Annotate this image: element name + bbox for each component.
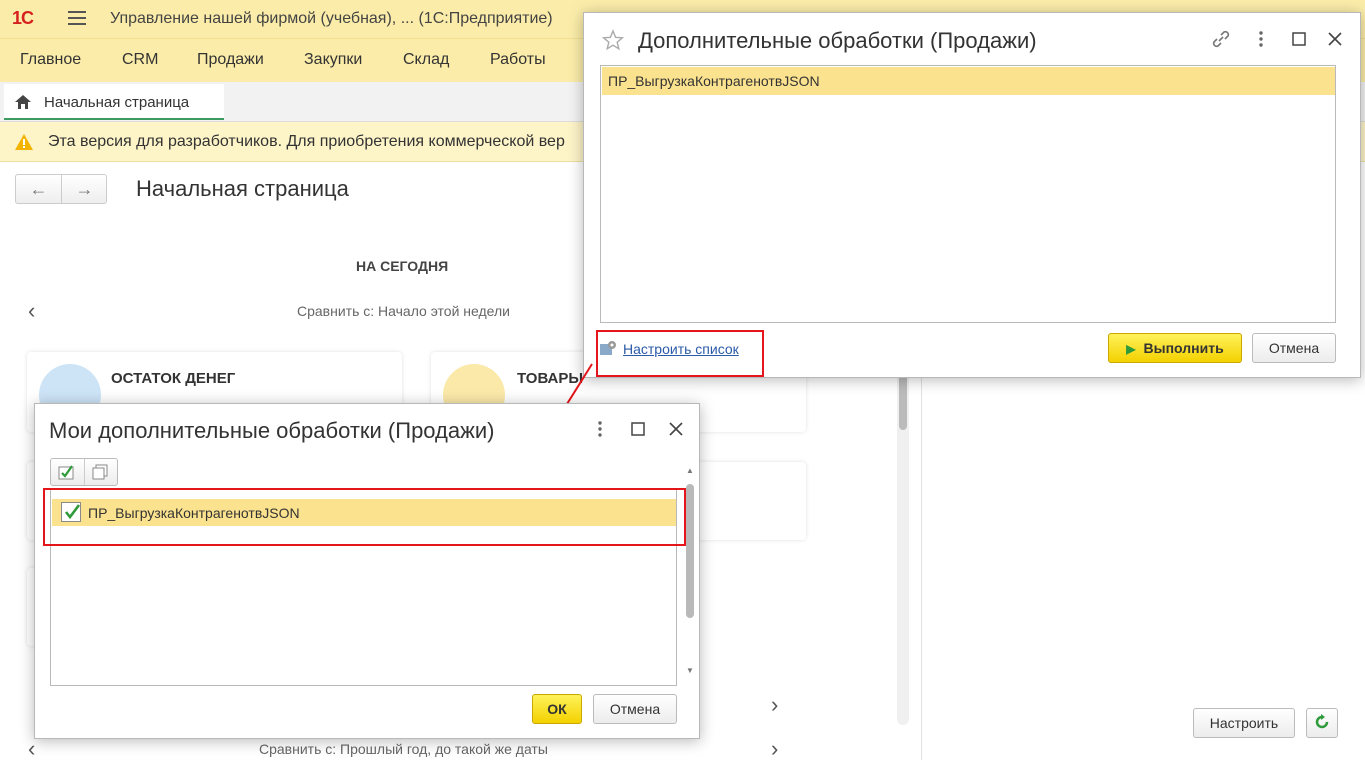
main-menu-icon[interactable] — [68, 11, 86, 25]
list-scrollbar[interactable]: ▲ ▼ — [685, 466, 695, 678]
tab-home[interactable]: Начальная страница — [4, 84, 224, 120]
history-nav: ← → — [15, 174, 107, 204]
scroll-up-icon[interactable]: ▲ — [686, 466, 694, 475]
processing-list[interactable]: ПР_ВыгрузкаКонтрагенотвJSON — [600, 65, 1336, 323]
play-icon: ▶ — [1126, 342, 1136, 356]
highlight-configure-link — [596, 330, 764, 377]
more-vertical-icon[interactable] — [590, 419, 610, 439]
chevron-right-icon-2[interactable]: › — [771, 736, 778, 762]
page-scrollbar[interactable] — [897, 370, 909, 725]
chevron-left-icon-2[interactable]: ‹ — [28, 736, 35, 762]
compare-period-year[interactable]: Сравнить с: Прошлый год, до такой же дат… — [259, 741, 548, 757]
menu-item-crm[interactable]: CRM — [122, 51, 158, 69]
more-vertical-icon[interactable] — [1251, 29, 1271, 49]
ok-button[interactable]: ОК — [532, 694, 582, 724]
list-toolbar — [50, 458, 118, 486]
refresh-button[interactable] — [1306, 708, 1338, 738]
maximize-icon[interactable] — [628, 419, 648, 439]
setup-button[interactable]: Настроить — [1193, 708, 1295, 738]
run-button[interactable]: ▶ Выполнить — [1108, 333, 1242, 363]
menu-item-sales[interactable]: Продажи — [197, 51, 264, 69]
cancel-button[interactable]: Отмена — [1252, 333, 1336, 363]
maximize-icon[interactable] — [1289, 29, 1309, 49]
highlight-my-list-row — [43, 488, 686, 546]
app-logo[interactable]: 1С — [12, 8, 34, 29]
dialog-additional-processing: Дополнительные обработки (Продажи) ПР_Вы… — [583, 12, 1361, 378]
scroll-down-icon[interactable]: ▼ — [686, 666, 694, 675]
chevron-left-icon[interactable]: ‹ — [28, 298, 35, 324]
menu-item-warehouse[interactable]: Склад — [403, 51, 449, 69]
forward-arrow-icon[interactable]: → — [62, 179, 107, 201]
link-icon[interactable] — [1211, 29, 1231, 49]
menu-item-works[interactable]: Работы — [490, 51, 546, 69]
chevron-right-icon[interactable]: › — [771, 692, 778, 718]
app-title: Управление нашей фирмой (учебная), ... (… — [110, 10, 553, 27]
toolbar-divider — [84, 459, 85, 485]
back-arrow-icon[interactable]: ← — [16, 179, 61, 201]
tab-home-label: Начальная страница — [44, 94, 190, 111]
dialog-my-processing: Мои дополнительные обработки (Продажи) П… — [34, 403, 700, 739]
list-item-label: ПР_ВыгрузкаКонтрагенотвJSON — [608, 73, 820, 89]
close-icon[interactable] — [1325, 29, 1345, 49]
banner-text: Эта версия для разработчиков. Для приобр… — [48, 133, 565, 150]
list-item[interactable]: ПР_ВыгрузкаКонтрагенотвJSON — [602, 67, 1335, 95]
list-scrollbar-thumb[interactable] — [686, 484, 694, 618]
home-icon — [15, 95, 31, 109]
compare-period-week[interactable]: Сравнить с: Начало этой недели — [297, 303, 510, 319]
menu-item-main[interactable]: Главное — [20, 51, 81, 69]
dialog-my-processing-title: Мои дополнительные обработки (Продажи) — [49, 418, 495, 443]
page-title: Начальная страница — [136, 176, 349, 201]
refresh-icon — [1315, 713, 1329, 728]
cancel-button[interactable]: Отмена — [593, 694, 677, 724]
check-all-icon[interactable] — [58, 464, 76, 480]
card-money-title: ОСТАТОК ДЕНЕГ — [111, 370, 236, 387]
run-button-label: Выполнить — [1143, 340, 1224, 356]
close-icon[interactable] — [666, 419, 686, 439]
today-heading: НА СЕГОДНЯ — [356, 258, 449, 274]
page-scrollbar-thumb[interactable] — [899, 374, 907, 430]
panel-divider — [921, 370, 922, 760]
star-icon[interactable] — [602, 29, 624, 51]
uncheck-all-icon[interactable] — [92, 464, 110, 480]
dialog-additional-processing-title: Дополнительные обработки (Продажи) — [638, 28, 1037, 53]
warning-icon — [15, 134, 33, 150]
menu-item-purchases[interactable]: Закупки — [304, 51, 362, 69]
